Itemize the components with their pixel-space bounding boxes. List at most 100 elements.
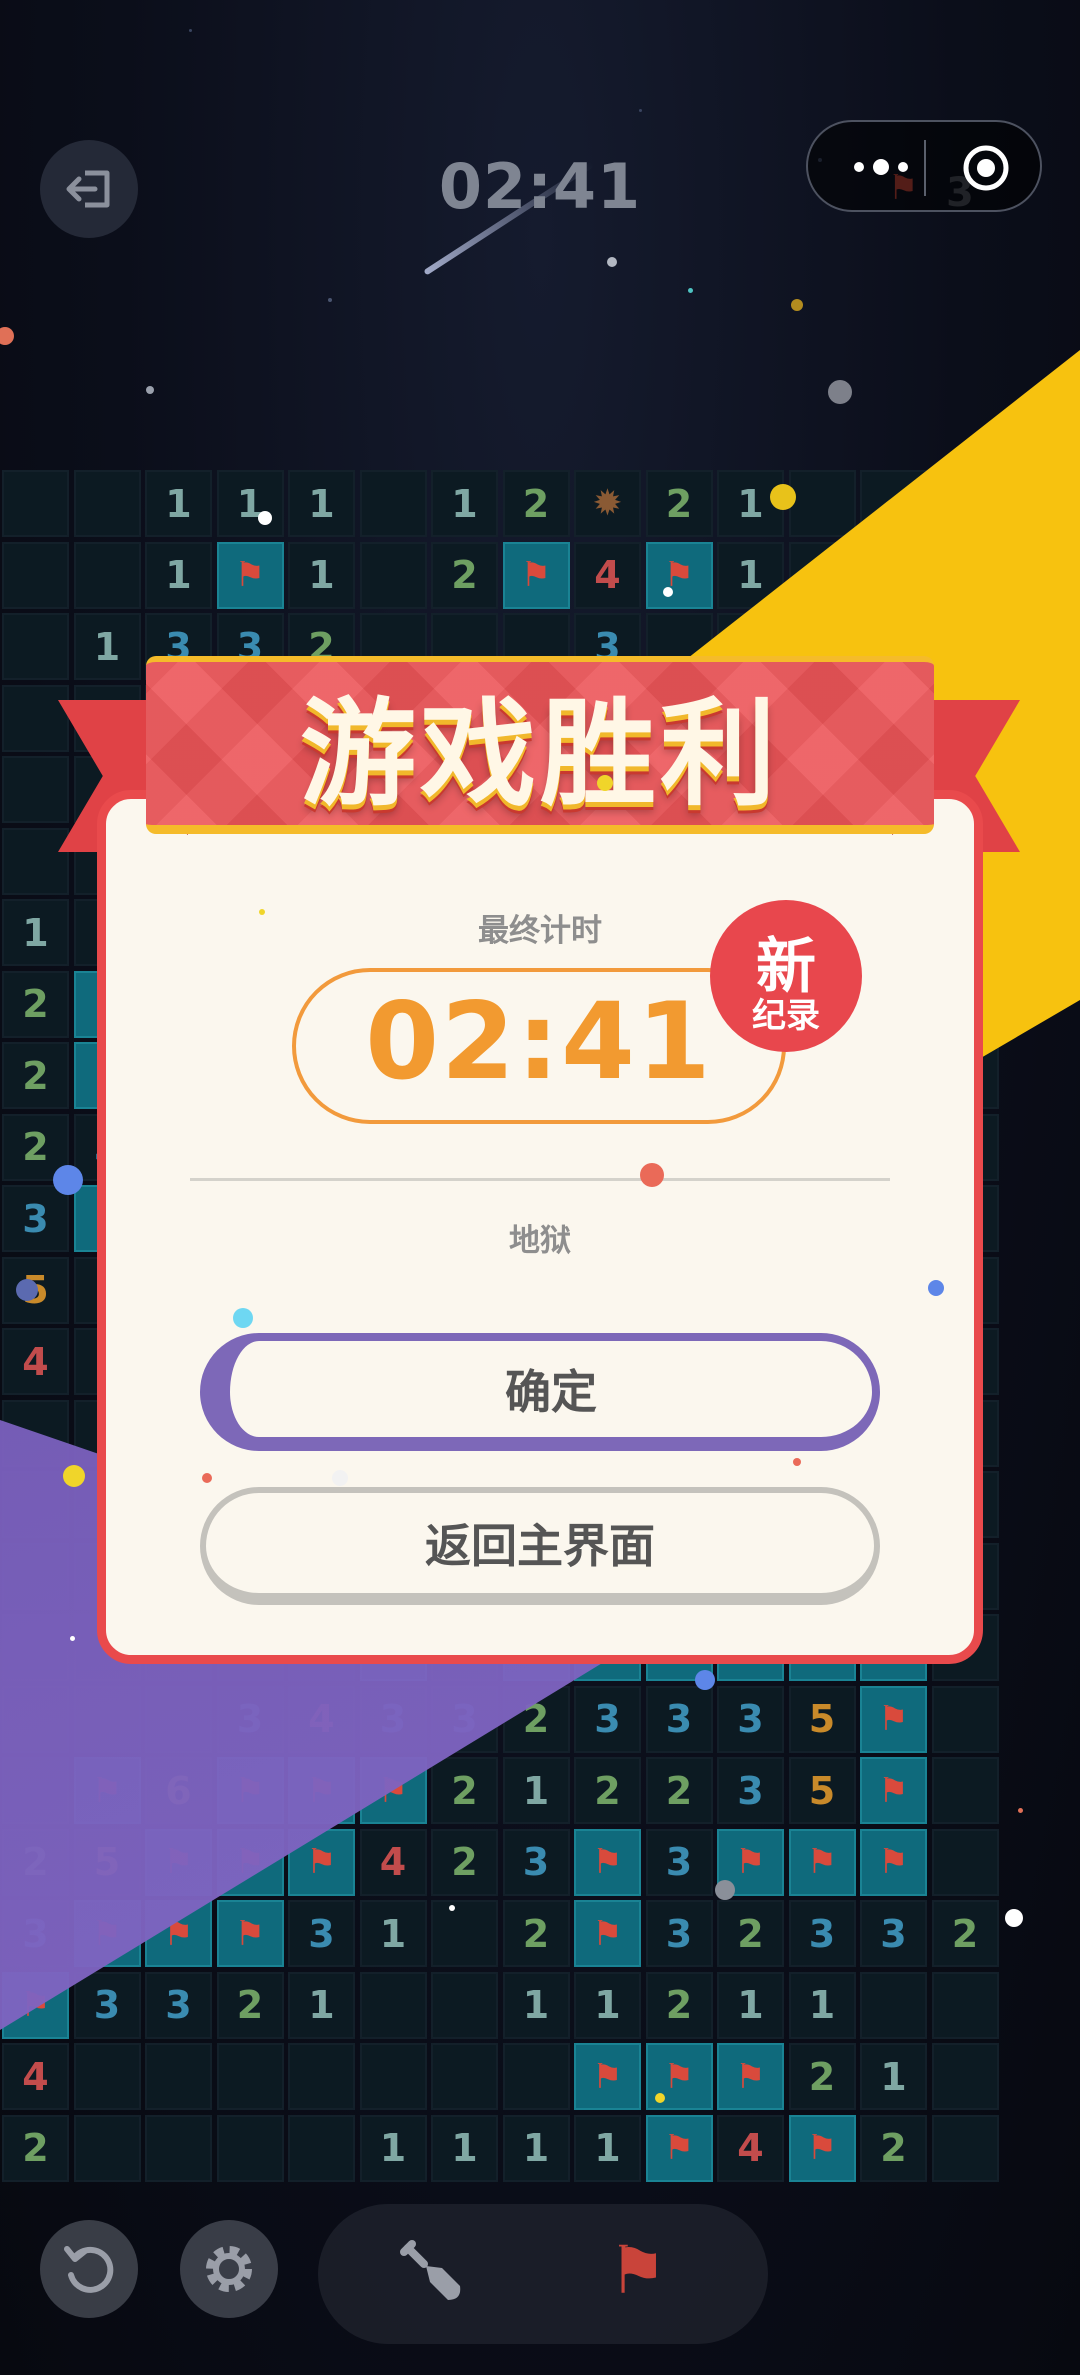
number-cell[interactable]: 3 <box>574 1685 641 1753</box>
number-cell[interactable]: 2 <box>645 1757 713 1824</box>
confirm-button[interactable]: 确定 <box>200 1333 880 1451</box>
number-cell[interactable]: 2 <box>717 1900 784 1967</box>
mine-cell[interactable]: ✹ <box>574 470 641 537</box>
number-cell[interactable]: 2 <box>645 1971 713 2039</box>
board-cell[interactable] <box>788 541 856 609</box>
number-cell[interactable]: 3 <box>645 1828 713 1896</box>
number-cell[interactable]: 1 <box>860 2043 927 2110</box>
number-cell[interactable]: 1 <box>73 613 141 680</box>
number-cell[interactable]: 4 <box>288 1685 355 1753</box>
flagged-cell[interactable]: ⚑ <box>145 1900 212 1967</box>
empty-cell[interactable] <box>288 2043 355 2110</box>
board-cell[interactable] <box>2 827 69 895</box>
number-cell[interactable]: 2 <box>788 2043 856 2110</box>
flagged-cell[interactable]: ⚑ <box>860 1828 927 1896</box>
flagged-cell[interactable]: ⚑ <box>216 1900 284 1967</box>
flagged-cell[interactable]: ⚑ <box>216 1757 284 1824</box>
number-cell[interactable]: 3 <box>645 1900 713 1967</box>
number-cell[interactable]: 6 <box>145 1757 212 1824</box>
number-cell[interactable]: 3 <box>717 1757 784 1824</box>
empty-cell[interactable] <box>2 470 69 537</box>
empty-cell[interactable] <box>359 1971 427 2039</box>
number-cell[interactable]: 3 <box>645 1685 713 1753</box>
board-cell[interactable] <box>931 613 999 680</box>
number-cell[interactable]: 1 <box>288 1971 355 2039</box>
flagged-cell[interactable]: ⚑ <box>788 1828 856 1896</box>
board-cell[interactable] <box>931 2043 999 2110</box>
number-cell[interactable]: 2 <box>574 1757 641 1824</box>
number-cell[interactable]: 1 <box>574 2114 641 2182</box>
board-cell[interactable] <box>2 1471 69 1538</box>
empty-cell[interactable] <box>216 2043 284 2110</box>
flagged-cell[interactable]: ⚑ <box>717 2043 784 2110</box>
empty-cell[interactable] <box>145 2043 212 2110</box>
number-cell[interactable]: 2 <box>502 1685 570 1753</box>
number-cell[interactable]: 2 <box>2 970 69 1038</box>
empty-cell[interactable] <box>73 2043 141 2110</box>
board-cell[interactable] <box>931 2114 999 2182</box>
number-cell[interactable]: 1 <box>502 2114 570 2182</box>
board-cell[interactable] <box>931 1685 999 1753</box>
board-cell[interactable] <box>145 1685 212 1753</box>
board-cell[interactable] <box>73 1685 141 1753</box>
number-cell[interactable]: 4 <box>2 2043 69 2110</box>
board-cell[interactable] <box>788 470 856 537</box>
back-to-home-button[interactable]: 返回主界面 <box>200 1487 880 1605</box>
number-cell[interactable]: 2 <box>216 1971 284 2039</box>
number-cell[interactable]: 4 <box>2 1328 69 1395</box>
flagged-cell[interactable]: ⚑ <box>645 541 713 609</box>
flagged-cell[interactable]: ⚑ <box>216 541 284 609</box>
number-cell[interactable]: 5 <box>788 1685 856 1753</box>
board-cell[interactable] <box>2 756 69 823</box>
number-cell[interactable]: 3 <box>2 1900 69 1967</box>
number-cell[interactable]: 2 <box>502 470 570 537</box>
flagged-cell[interactable]: ⚑ <box>145 1828 212 1896</box>
board-cell[interactable] <box>860 541 927 609</box>
board-cell[interactable] <box>931 1757 999 1824</box>
flagged-cell[interactable]: ⚑ <box>288 1828 355 1896</box>
empty-cell[interactable] <box>860 1971 927 2039</box>
number-cell[interactable]: 4 <box>359 1828 427 1896</box>
board-cell[interactable] <box>931 470 999 537</box>
empty-cell[interactable] <box>502 2043 570 2110</box>
exit-button[interactable] <box>40 140 138 238</box>
settings-button[interactable] <box>180 2220 278 2318</box>
flagged-cell[interactable]: ⚑ <box>359 1757 427 1824</box>
empty-cell[interactable] <box>359 470 427 537</box>
number-cell[interactable]: 3 <box>717 1685 784 1753</box>
number-cell[interactable]: 2 <box>2 1042 69 1109</box>
board-cell[interactable] <box>2 1542 69 1610</box>
number-cell[interactable]: 4 <box>717 2114 784 2182</box>
board-cell[interactable] <box>2 1614 69 1681</box>
flagged-cell[interactable]: ⚑ <box>574 2043 641 2110</box>
empty-cell[interactable] <box>431 1971 498 2039</box>
empty-cell[interactable] <box>2 613 69 680</box>
number-cell[interactable]: 2 <box>431 1757 498 1824</box>
empty-cell[interactable] <box>73 541 141 609</box>
board-cell[interactable] <box>2 1399 69 1467</box>
flagged-cell[interactable]: ⚑ <box>288 1757 355 1824</box>
number-cell[interactable]: 1 <box>288 470 355 537</box>
number-cell[interactable]: 2 <box>645 470 713 537</box>
number-cell[interactable]: 1 <box>788 1971 856 2039</box>
empty-cell[interactable] <box>2 541 69 609</box>
board-cell[interactable] <box>2 1685 69 1753</box>
number-cell[interactable]: 2 <box>431 1828 498 1896</box>
number-cell[interactable]: 1 <box>431 470 498 537</box>
number-cell[interactable]: 2 <box>502 1900 570 1967</box>
number-cell[interactable]: 2 <box>2 2114 69 2182</box>
number-cell[interactable]: 3 <box>431 1685 498 1753</box>
flagged-cell[interactable]: ⚑ <box>2 1971 69 2039</box>
flagged-cell[interactable]: ⚑ <box>73 1900 141 1967</box>
shovel-icon[interactable] <box>398 2238 470 2310</box>
flagged-cell[interactable]: ⚑ <box>216 1828 284 1896</box>
number-cell[interactable]: 2 <box>931 1900 999 1967</box>
number-cell[interactable]: 1 <box>359 2114 427 2182</box>
flagged-cell[interactable]: ⚑ <box>860 1757 927 1824</box>
number-cell[interactable]: 3 <box>288 1900 355 1967</box>
number-cell[interactable]: 1 <box>431 2114 498 2182</box>
number-cell[interactable]: 1 <box>145 470 212 537</box>
flagged-cell[interactable]: ⚑ <box>860 1685 927 1753</box>
number-cell[interactable]: 1 <box>288 541 355 609</box>
number-cell[interactable]: 3 <box>73 1971 141 2039</box>
